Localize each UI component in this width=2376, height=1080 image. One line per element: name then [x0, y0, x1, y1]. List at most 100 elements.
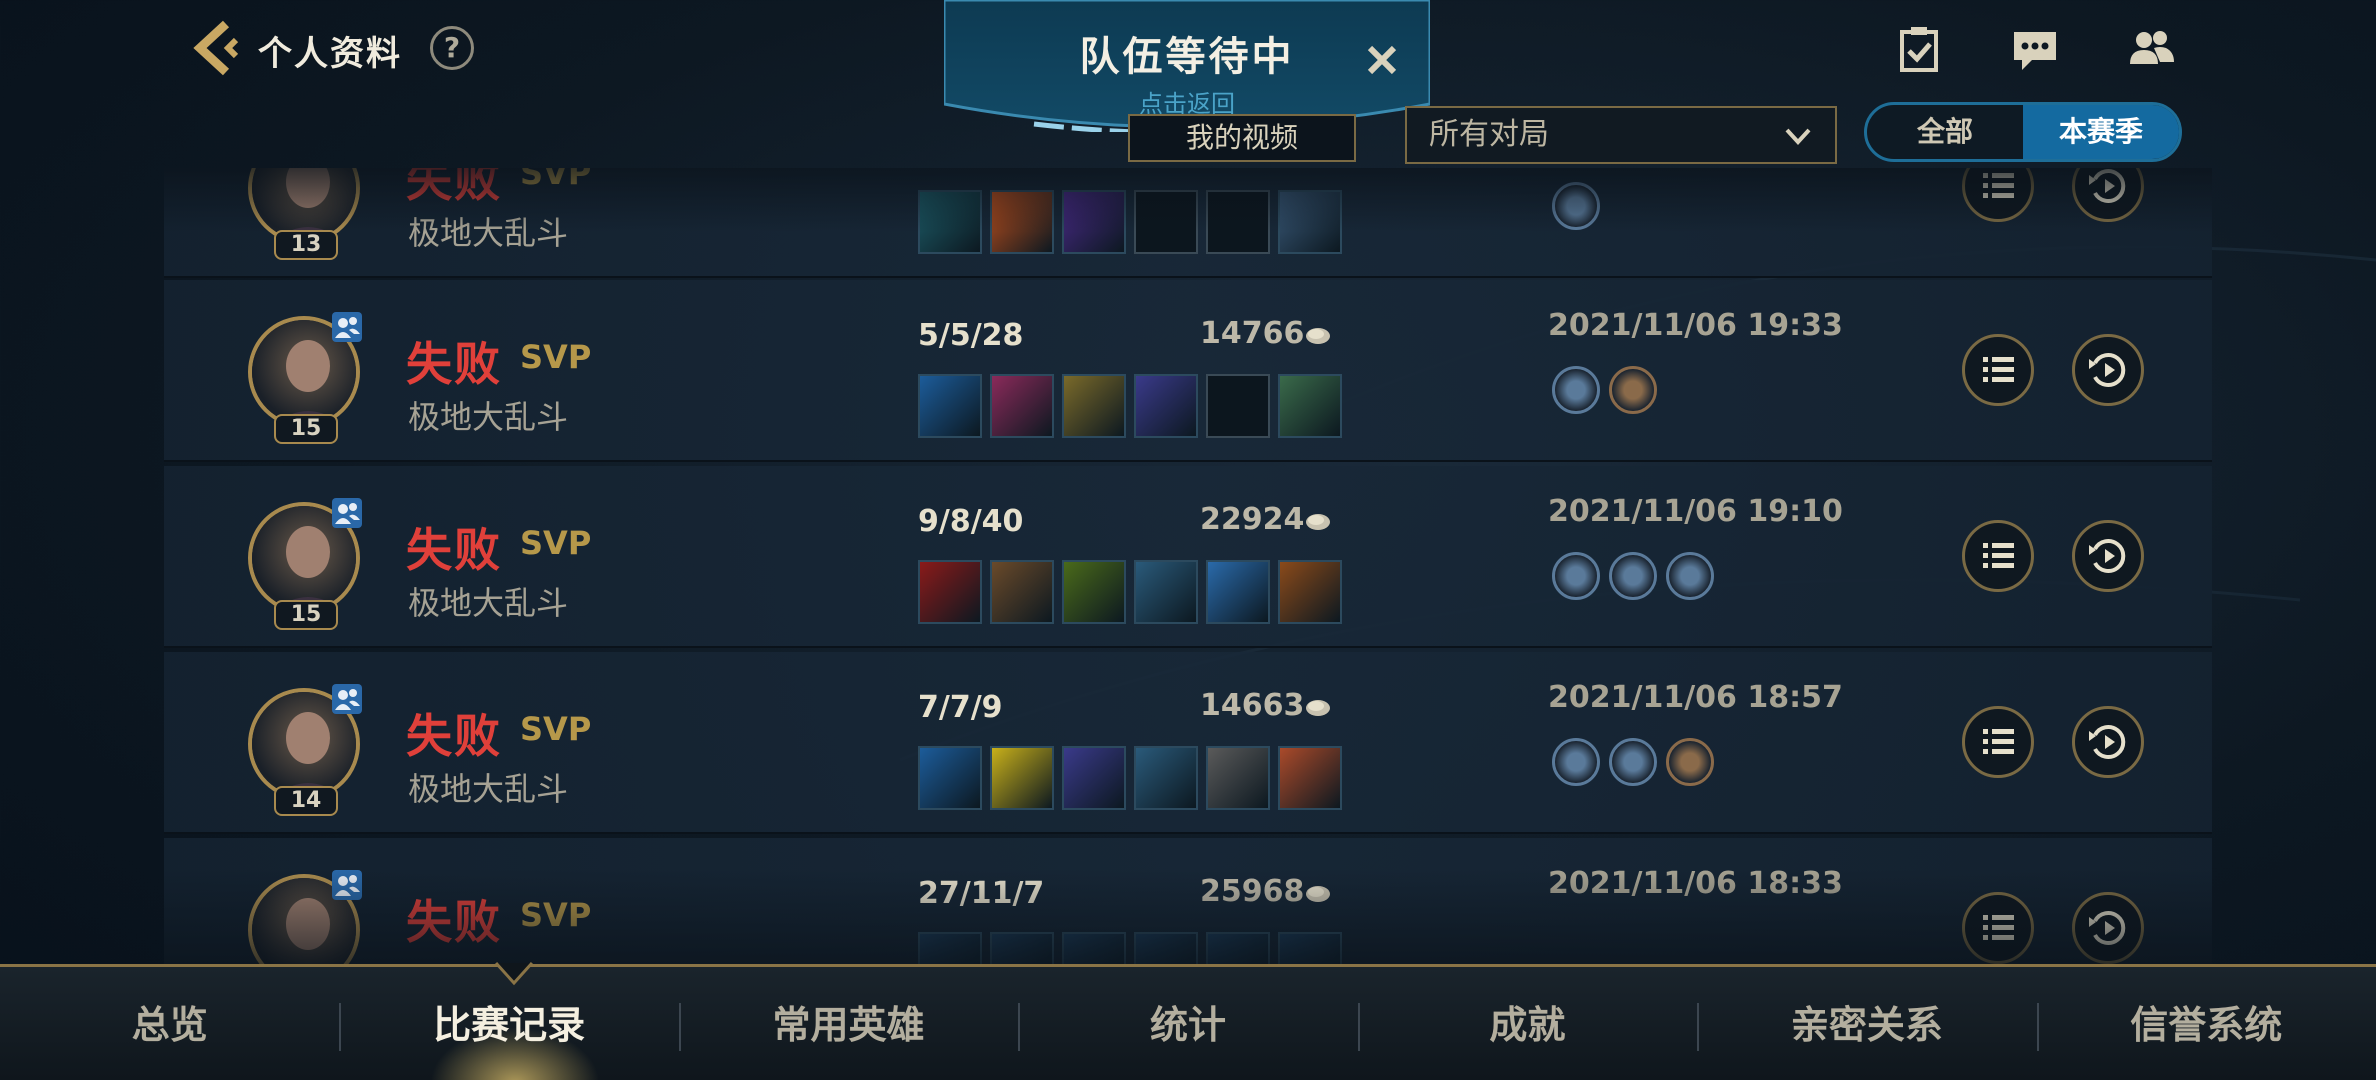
- item-slot[interactable]: [918, 374, 982, 438]
- match-row[interactable]: 14 失败 SVP 极地大乱斗 7/7/9 14663 2021/11/06 18:57: [164, 652, 2212, 834]
- svp-badge: SVP: [520, 710, 592, 748]
- details-list-icon[interactable]: [1962, 892, 2034, 964]
- my-video-button[interactable]: 我的视频: [1128, 114, 1356, 162]
- nav-tab[interactable]: 总览: [0, 967, 339, 1080]
- item-slot[interactable]: [1206, 560, 1270, 624]
- match-history-list[interactable]: 13 失败 SVP 极地大乱斗 15 失败 SVP 极地大乱斗 5/5/28 14766 2021/…: [164, 168, 2212, 964]
- svp-badge: SVP: [520, 524, 592, 562]
- match-filter-value: 所有对局: [1429, 117, 1549, 152]
- replay-icon[interactable]: [2072, 334, 2144, 406]
- queue-waiting-banner[interactable]: 队伍等待中 点击返回: [944, 0, 1430, 132]
- item-slot[interactable]: [1062, 560, 1126, 624]
- achievement-medal-icon[interactable]: [1552, 552, 1600, 600]
- replay-icon[interactable]: [2072, 706, 2144, 778]
- achievement-medal-icon[interactable]: [1609, 552, 1657, 600]
- item-slot[interactable]: [1278, 374, 1342, 438]
- friends-icon[interactable]: [2126, 24, 2176, 74]
- gold-earned: 25968: [1200, 874, 1305, 909]
- help-icon[interactable]: ?: [430, 26, 474, 70]
- item-slot[interactable]: [1062, 190, 1126, 254]
- empty-item-slot[interactable]: [1206, 374, 1270, 438]
- details-list-icon[interactable]: [1962, 520, 2034, 592]
- item-slot[interactable]: [1134, 746, 1198, 810]
- kda-score: 5/5/28: [918, 318, 1024, 353]
- item-slot[interactable]: [918, 746, 982, 810]
- nav-tab[interactable]: 亲密关系: [1697, 967, 2036, 1080]
- item-slot[interactable]: [1062, 374, 1126, 438]
- match-row[interactable]: 15 失败 SVP 极地大乱斗 9/8/40 22924 2021/11/06 19:10: [164, 466, 2212, 648]
- match-datetime: 2021/11/06 18:57: [1548, 680, 1843, 715]
- coin-icon: [1304, 698, 1332, 718]
- nav-separator: [1697, 1003, 1700, 1051]
- game-mode: 极地大乱斗: [408, 584, 569, 622]
- item-slot[interactable]: [1134, 560, 1198, 624]
- details-list-icon[interactable]: [1962, 334, 2034, 406]
- season-all-option[interactable]: 全部: [1867, 105, 2023, 159]
- task-checklist-icon[interactable]: [1894, 24, 1944, 74]
- item-slot[interactable]: [990, 560, 1054, 624]
- item-slot[interactable]: [918, 932, 982, 964]
- item-slot[interactable]: [990, 932, 1054, 964]
- achievement-medal-icon[interactable]: [1552, 738, 1600, 786]
- page-title: 个人资料: [258, 34, 402, 74]
- item-slot[interactable]: [1062, 746, 1126, 810]
- item-slot[interactable]: [1278, 560, 1342, 624]
- item-slot[interactable]: [918, 190, 982, 254]
- close-icon[interactable]: [1362, 40, 1402, 80]
- season-toggle[interactable]: 全部 本赛季: [1864, 102, 2182, 162]
- match-result: 失败: [406, 168, 502, 207]
- party-icon: [332, 312, 362, 342]
- achievement-medal-icon[interactable]: [1609, 738, 1657, 786]
- item-slot[interactable]: [1278, 932, 1342, 964]
- match-datetime: 2021/11/06 19:10: [1548, 494, 1843, 529]
- replay-icon[interactable]: [2072, 892, 2144, 964]
- item-slot[interactable]: [1134, 374, 1198, 438]
- nav-tab[interactable]: 比赛记录: [339, 967, 678, 1080]
- replay-icon[interactable]: [2072, 520, 2144, 592]
- item-slot[interactable]: [990, 746, 1054, 810]
- nav-tab[interactable]: 信誉系统: [2037, 967, 2376, 1080]
- kda-score: 27/11/7: [918, 876, 1045, 911]
- gold-earned: 14663: [1200, 688, 1305, 723]
- party-icon: [332, 870, 362, 900]
- item-slot[interactable]: [1062, 932, 1126, 964]
- match-row[interactable]: 15 失败 SVP 极地大乱斗 5/5/28 14766 2021/11/06 19:33: [164, 280, 2212, 462]
- achievement-medal-icon[interactable]: [1552, 182, 1600, 230]
- season-current-option[interactable]: 本赛季: [2023, 105, 2179, 159]
- gold-earned: 14766: [1200, 316, 1305, 351]
- nav-separator: [1357, 1003, 1360, 1051]
- item-slot[interactable]: [990, 190, 1054, 254]
- achievement-medal-icon[interactable]: [1609, 366, 1657, 414]
- nav-separator: [2036, 1003, 2039, 1051]
- champion-level-badge: 15: [274, 414, 338, 444]
- achievement-medal-icon[interactable]: [1552, 366, 1600, 414]
- gold-earned: 22924: [1200, 502, 1305, 537]
- item-slot[interactable]: [918, 560, 982, 624]
- nav-tab[interactable]: 常用英雄: [679, 967, 1018, 1080]
- item-slot[interactable]: [1134, 932, 1198, 964]
- match-row[interactable]: 13 失败 SVP 极地大乱斗: [164, 168, 2212, 278]
- party-icon: [332, 498, 362, 528]
- item-slot[interactable]: [1278, 190, 1342, 254]
- nav-separator: [339, 1003, 342, 1051]
- item-slot[interactable]: [1206, 746, 1270, 810]
- empty-item-slot[interactable]: [1206, 190, 1270, 254]
- achievement-medal-icon[interactable]: [1666, 552, 1714, 600]
- item-slot[interactable]: [990, 374, 1054, 438]
- empty-item-slot[interactable]: [1134, 190, 1198, 254]
- nav-tab[interactable]: 成就: [1358, 967, 1697, 1080]
- match-result: 失败: [406, 337, 502, 391]
- match-row[interactable]: 失败 SVP 27/11/7 25968 2021/11/06 18:33: [164, 838, 2212, 964]
- item-slot[interactable]: [1278, 746, 1342, 810]
- party-icon: [332, 684, 362, 714]
- achievement-medal-icon[interactable]: [1666, 738, 1714, 786]
- chevron-down-icon: [1785, 128, 1811, 145]
- back-chevron-icon[interactable]: [186, 18, 242, 78]
- match-filter-select[interactable]: 所有对局: [1405, 106, 1837, 164]
- details-list-icon[interactable]: [1962, 706, 2034, 778]
- chat-icon[interactable]: [2010, 24, 2060, 74]
- replay-icon[interactable]: [2072, 168, 2144, 222]
- nav-tab[interactable]: 统计: [1018, 967, 1357, 1080]
- item-slot[interactable]: [1206, 932, 1270, 964]
- details-list-icon[interactable]: [1962, 168, 2034, 222]
